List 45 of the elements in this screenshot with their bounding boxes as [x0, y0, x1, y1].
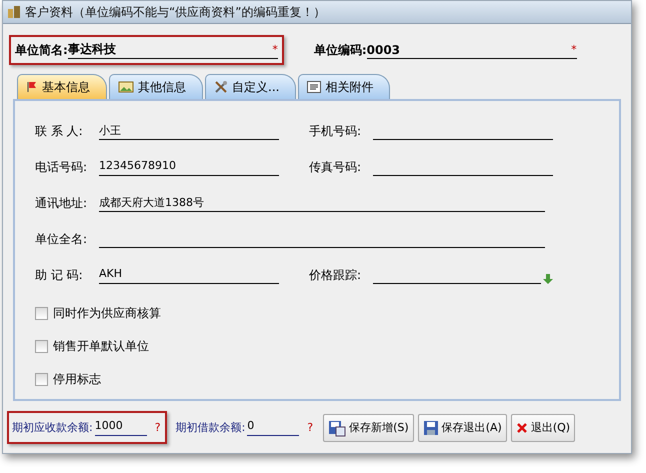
field-label: 单位编码:: [314, 42, 367, 58]
input-field[interactable]: 成都天府大道1388号: [99, 194, 545, 212]
field-label: 助 记 码:: [35, 266, 84, 284]
field-label: 价格跟踪:: [309, 266, 362, 284]
input-field[interactable]: 0003 *: [366, 41, 577, 59]
field-label: 传真号码:: [309, 158, 362, 176]
input-field[interactable]: 0: [247, 419, 300, 436]
field-label: 电话号码:: [35, 158, 88, 176]
tools-icon: [214, 80, 228, 94]
action-button[interactable]: 保存新增(S): [323, 414, 414, 442]
tab[interactable]: 相关附件: [298, 74, 390, 99]
input-field[interactable]: 小王: [99, 122, 279, 140]
save-icon: [422, 420, 439, 436]
input-field[interactable]: 事达科技 *: [68, 41, 278, 59]
tab[interactable]: 自定义...: [205, 74, 296, 99]
close-icon: [516, 422, 528, 434]
action-button[interactable]: 保存退出(A): [418, 414, 507, 442]
checkbox-label: 销售开单默认单位: [53, 338, 149, 355]
field-label: 单位简名:: [15, 42, 68, 58]
checkbox[interactable]: [35, 373, 48, 386]
app-icon: [7, 5, 21, 19]
input-field[interactable]: AKH: [99, 266, 279, 284]
field-label: 手机号码:: [309, 122, 362, 140]
tab[interactable]: 其他信息: [109, 74, 203, 99]
field-label: 通讯地址:: [35, 194, 88, 212]
input-field[interactable]: 1000: [94, 419, 147, 436]
checkbox[interactable]: [35, 307, 48, 320]
down-arrow-icon[interactable]: [543, 274, 553, 284]
save-icon: [328, 418, 346, 436]
checkbox-label: 同时作为供应商核算: [53, 305, 161, 322]
window-title: 客户资料（单位编码不能与“供应商资料”的编码重复！）: [25, 4, 326, 20]
flag-icon: [26, 81, 38, 93]
checkbox-label: 停用标志: [53, 371, 101, 388]
action-button[interactable]: 退出(Q): [510, 414, 576, 442]
input-field[interactable]: 12345678910: [99, 158, 279, 176]
field-label: 单位全名:: [35, 230, 88, 248]
checkbox[interactable]: [35, 340, 48, 353]
field-label: 期初应收款余额:: [12, 420, 93, 435]
help-mark: ?: [154, 421, 161, 434]
help-mark: ?: [307, 421, 314, 434]
field-label: 期初借款余额:: [176, 420, 246, 435]
document-icon: [307, 81, 322, 93]
tab[interactable]: 基本信息: [17, 74, 107, 99]
image-icon: [118, 81, 134, 93]
field-label: 联 系 人:: [35, 122, 84, 140]
